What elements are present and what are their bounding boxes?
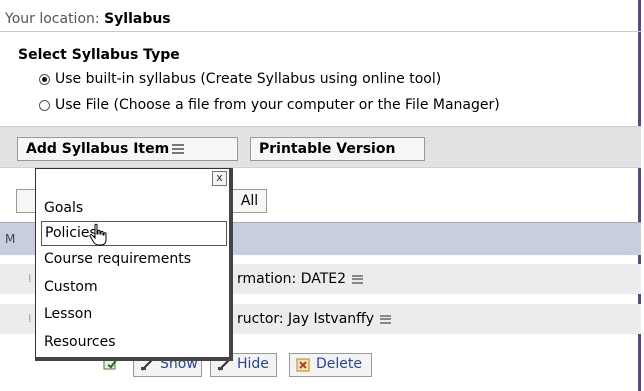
menu-item-custom[interactable]: Custom	[41, 276, 227, 301]
drag-handle-icon[interactable]: ⁞	[28, 312, 34, 326]
menu-item-policies[interactable]: Policies	[41, 221, 227, 246]
menu-item-course-requirements[interactable]: Course requirements	[41, 248, 227, 273]
menu-item-resources[interactable]: Resources	[41, 331, 227, 356]
radio-unchecked-icon[interactable]	[39, 100, 50, 111]
radio-builtin-label: Use built-in syllabus (Create Syllabus u…	[55, 71, 442, 87]
all-button[interactable]: All	[232, 189, 267, 213]
drag-handle-icon[interactable]: ⁞	[28, 272, 34, 286]
menu-item-goals[interactable]: Goals	[41, 197, 227, 222]
radio-builtin-syllabus[interactable]: Use built-in syllabus (Create Syllabus u…	[39, 71, 442, 87]
location-label: Your location:	[5, 11, 105, 27]
filter-button[interactable]	[16, 189, 36, 213]
radio-use-file[interactable]: Use File (Choose a file from your comput…	[39, 97, 500, 113]
breadcrumb: Your location: Syllabus	[0, 0, 641, 32]
delete-icon	[296, 358, 310, 372]
add-syllabus-item-label: Add Syllabus Item	[26, 141, 170, 157]
row-menu-icon[interactable]	[380, 314, 392, 324]
table-header-text: M	[5, 232, 16, 246]
location-value: Syllabus	[104, 11, 171, 27]
add-syllabus-item-button[interactable]: Add Syllabus Item	[17, 137, 238, 161]
toolbar: Add Syllabus Item Printable Version	[0, 126, 641, 168]
menu-item-lesson[interactable]: Lesson	[41, 303, 227, 328]
row-text-value: rmation: DATE2	[237, 271, 347, 287]
delete-label: Delete	[316, 356, 362, 372]
row-text: rmation: DATE2	[237, 271, 364, 287]
all-label: All	[240, 193, 259, 209]
close-icon[interactable]: x	[212, 171, 227, 186]
hand-cursor-icon	[89, 223, 107, 246]
menu-icon	[172, 144, 185, 154]
radio-file-label: Use File (Choose a file from your comput…	[55, 97, 500, 113]
printable-version-button[interactable]: Printable Version	[250, 137, 425, 161]
row-text: ructor: Jay Istvanffy	[237, 311, 392, 327]
syllabus-type-title: Select Syllabus Type	[18, 47, 180, 63]
radio-checked-icon[interactable]	[39, 74, 50, 85]
row-menu-icon[interactable]	[352, 274, 364, 284]
hide-label: Hide	[237, 356, 269, 372]
printable-version-label: Printable Version	[259, 141, 396, 157]
add-item-dropdown-menu: x Goals Policies Course requirements Cus…	[35, 168, 233, 361]
delete-button[interactable]: Delete	[289, 353, 372, 377]
row-text-value: ructor: Jay Istvanffy	[237, 311, 375, 327]
